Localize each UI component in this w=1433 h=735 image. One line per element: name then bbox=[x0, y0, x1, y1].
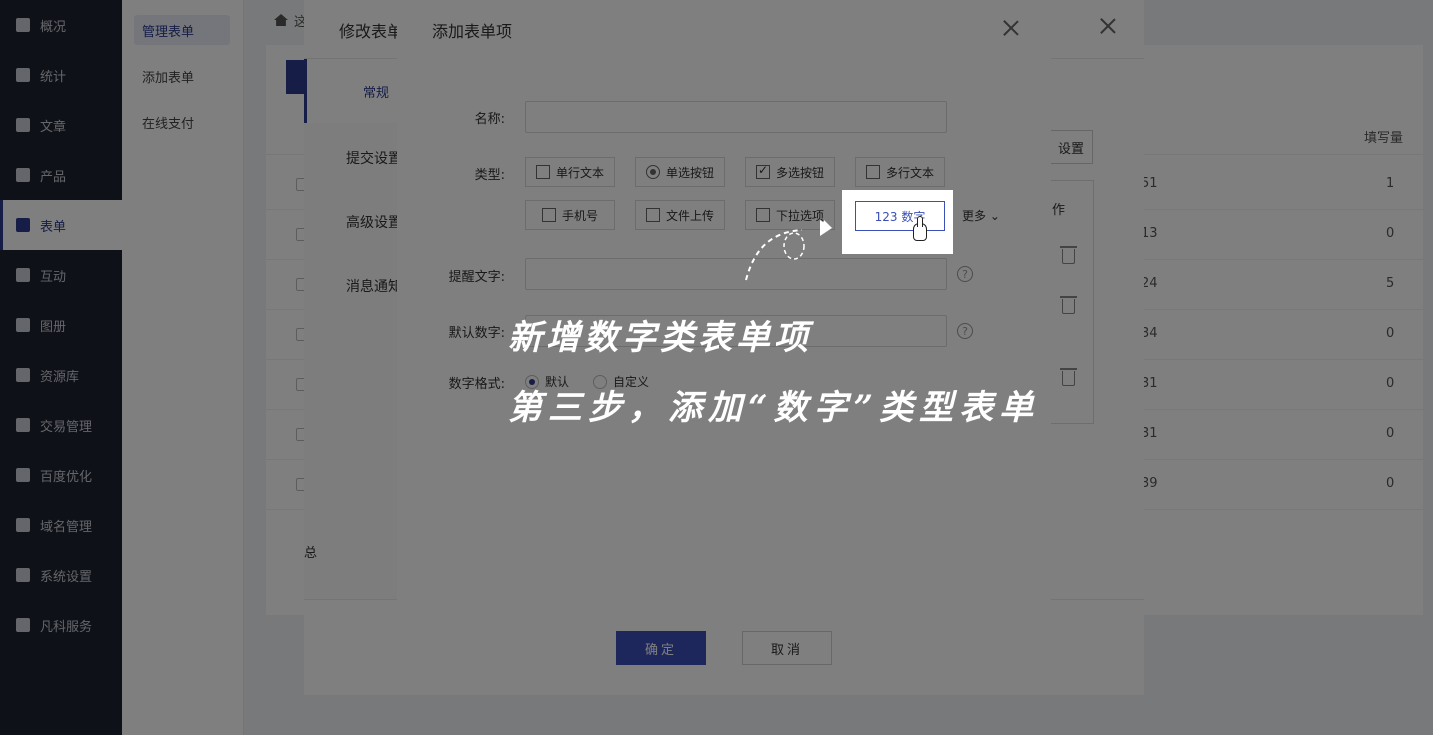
type-number[interactable]: 123 数字 bbox=[855, 201, 945, 231]
annotation-title: 新增数字类表单项 bbox=[508, 318, 812, 358]
annotation-step: 第三步，添加“数字”类型表单 bbox=[508, 388, 1040, 428]
curved-arrow-icon bbox=[745, 220, 832, 281]
tutorial-dim-overlay bbox=[0, 0, 1433, 735]
highlight-number-option: 123 数字 bbox=[842, 190, 953, 254]
pointer-hand-icon bbox=[913, 216, 927, 241]
